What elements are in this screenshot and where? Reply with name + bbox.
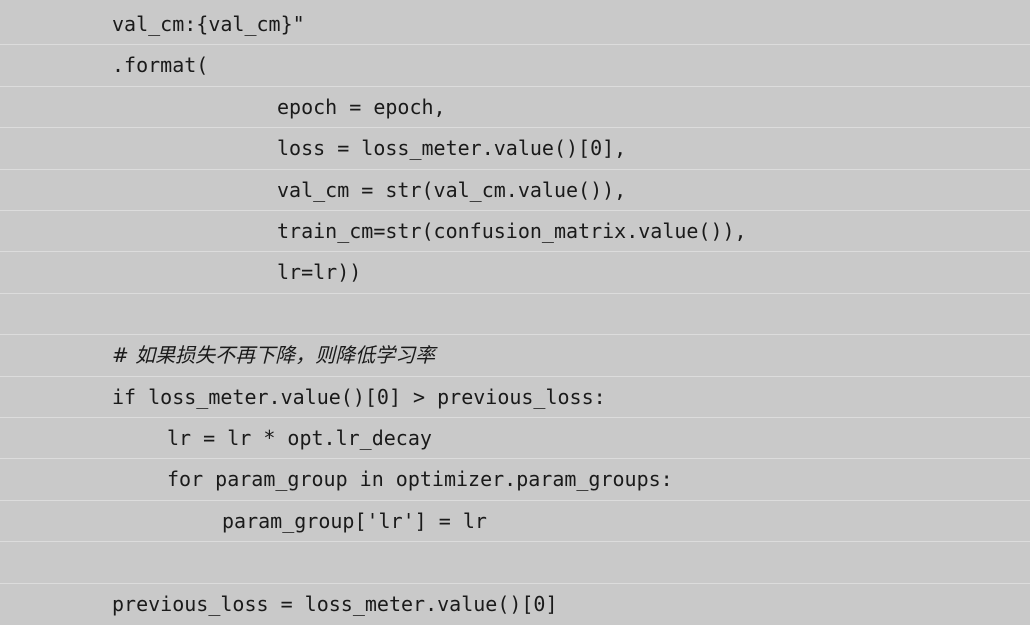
code-line: param_group['lr'] = lr [0,501,1030,543]
code-line [0,542,1030,584]
code-line: previous_loss = loss_meter.value()[0] [112,591,558,616]
code-line: val_cm = str(val_cm.value()), [0,170,1030,211]
code-line: train_cm=str(confusion_matrix.value()), [0,211,1030,253]
code-line: if loss_meter.value()[0] > previous_loss… [0,377,1030,418]
code-line: lr = lr * opt.lr_decay [0,418,1030,460]
code-line: .format( [0,45,1030,87]
code-line: epoch = epoch, [0,87,1030,129]
code-comment: # 如果损失不再下降，则降低学习率 [0,335,1030,377]
code-line: lr=lr)) [0,252,1030,294]
code-line: loss = loss_meter.value()[0], [0,128,1030,170]
code-block: val_cm:{val_cm}" .format( epoch = epoch,… [0,0,1030,621]
code-line [0,294,1030,336]
code-line: for param_group in optimizer.param_group… [0,459,1030,501]
code-line: val_cm:{val_cm}" [0,4,1030,46]
